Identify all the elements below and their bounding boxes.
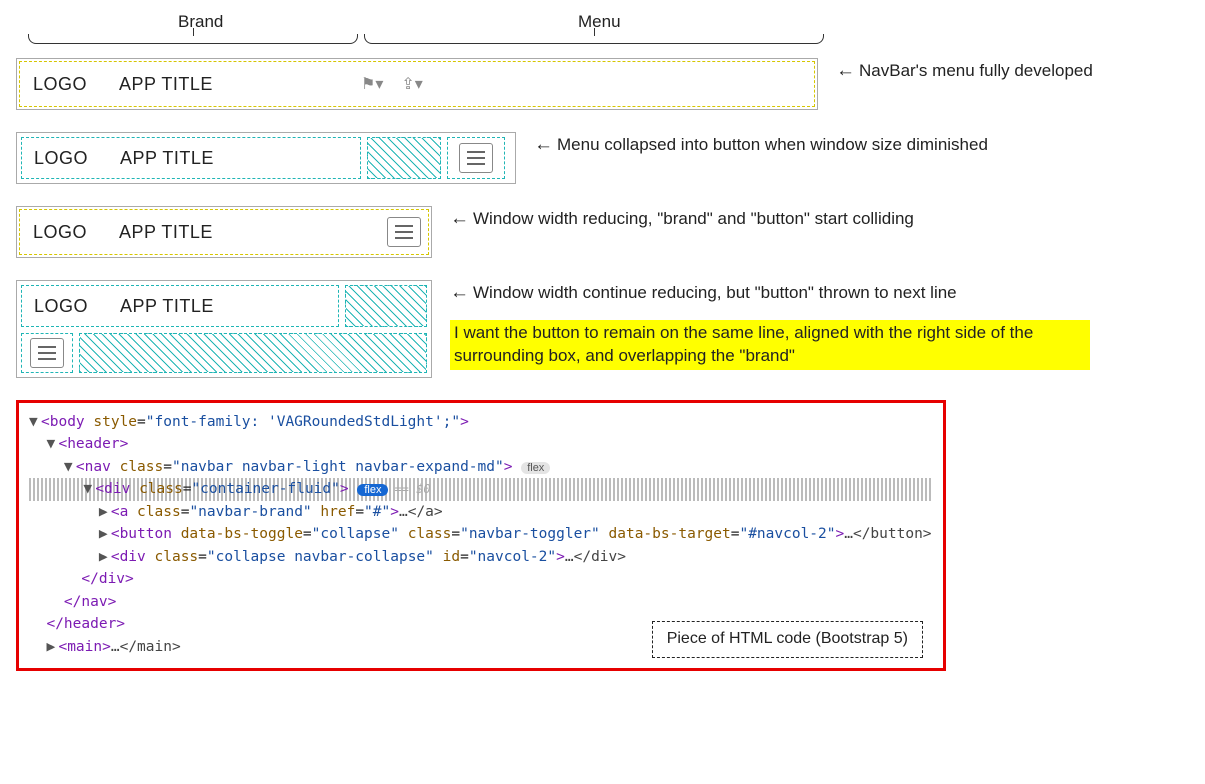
code-panel: ▼<body style="font-family: 'VAGRoundedSt… [16,400,946,671]
arrow-icon: ← [450,208,469,229]
state-4-row: LOGO APP TITLE ←Window width continue re… [16,280,1189,378]
menu-icons: ⚑▾ ⇪▾ [351,74,423,94]
logo-text: LOGO [34,296,88,317]
logo-text: LOGO [33,74,87,95]
state-3-row: LOGO APP TITLE ←Window width reducing, "… [16,206,1189,258]
logo-text: LOGO [33,222,87,243]
arrow-icon: ← [534,134,553,155]
arrow-icon: ← [450,282,469,303]
navbar-mock-colliding: LOGO APP TITLE [16,206,432,258]
bracket-labels: Brand Menu [28,12,838,58]
bracket-menu [364,34,824,44]
state-2-row: LOGO APP TITLE ←Menu collapsed into butt… [16,132,1189,184]
hatch-spacer [367,137,441,179]
navbar-mock-collapsed: LOGO APP TITLE [16,132,516,184]
state-1-row: LOGO APP TITLE ⚑▾ ⇪▾ ←NavBar's menu full… [16,58,1189,110]
caption-3: ←Window width reducing, "brand" and "but… [450,206,914,232]
hamburger-button[interactable] [459,143,493,173]
flex-pill-selected: flex [357,484,388,496]
hamburger-button[interactable] [30,338,64,368]
navbar-mock-expanded: LOGO APP TITLE ⚑▾ ⇪▾ [16,58,818,110]
caption-4: ←Window width continue reducing, but "bu… [450,280,1189,306]
navbar-mock-wrapped: LOGO APP TITLE [16,280,432,378]
hamburger-button[interactable] [387,217,421,247]
label-brand: Brand [178,12,223,32]
label-menu: Menu [578,12,621,32]
app-title-text: APP TITLE [120,296,214,317]
hatch-spacer [345,285,427,327]
caption-4-highlight: I want the button to remain on the same … [450,320,1090,370]
app-title-text: APP TITLE [119,74,213,95]
flag-icon[interactable]: ⚑▾ [361,74,383,94]
code-box-label: Piece of HTML code (Bootstrap 5) [652,621,923,658]
flex-pill: flex [521,462,550,474]
caption-1: ←NavBar's menu fully developed [836,58,1093,84]
app-title-text: APP TITLE [120,148,214,169]
arrow-icon: ← [836,60,855,81]
caption-2: ←Menu collapsed into button when window … [534,132,988,158]
hatch-spacer [79,333,427,373]
bracket-brand [28,34,358,44]
logo-text: LOGO [34,148,88,169]
pin-icon[interactable]: ⇪▾ [401,74,422,94]
app-title-text: APP TITLE [119,222,213,243]
